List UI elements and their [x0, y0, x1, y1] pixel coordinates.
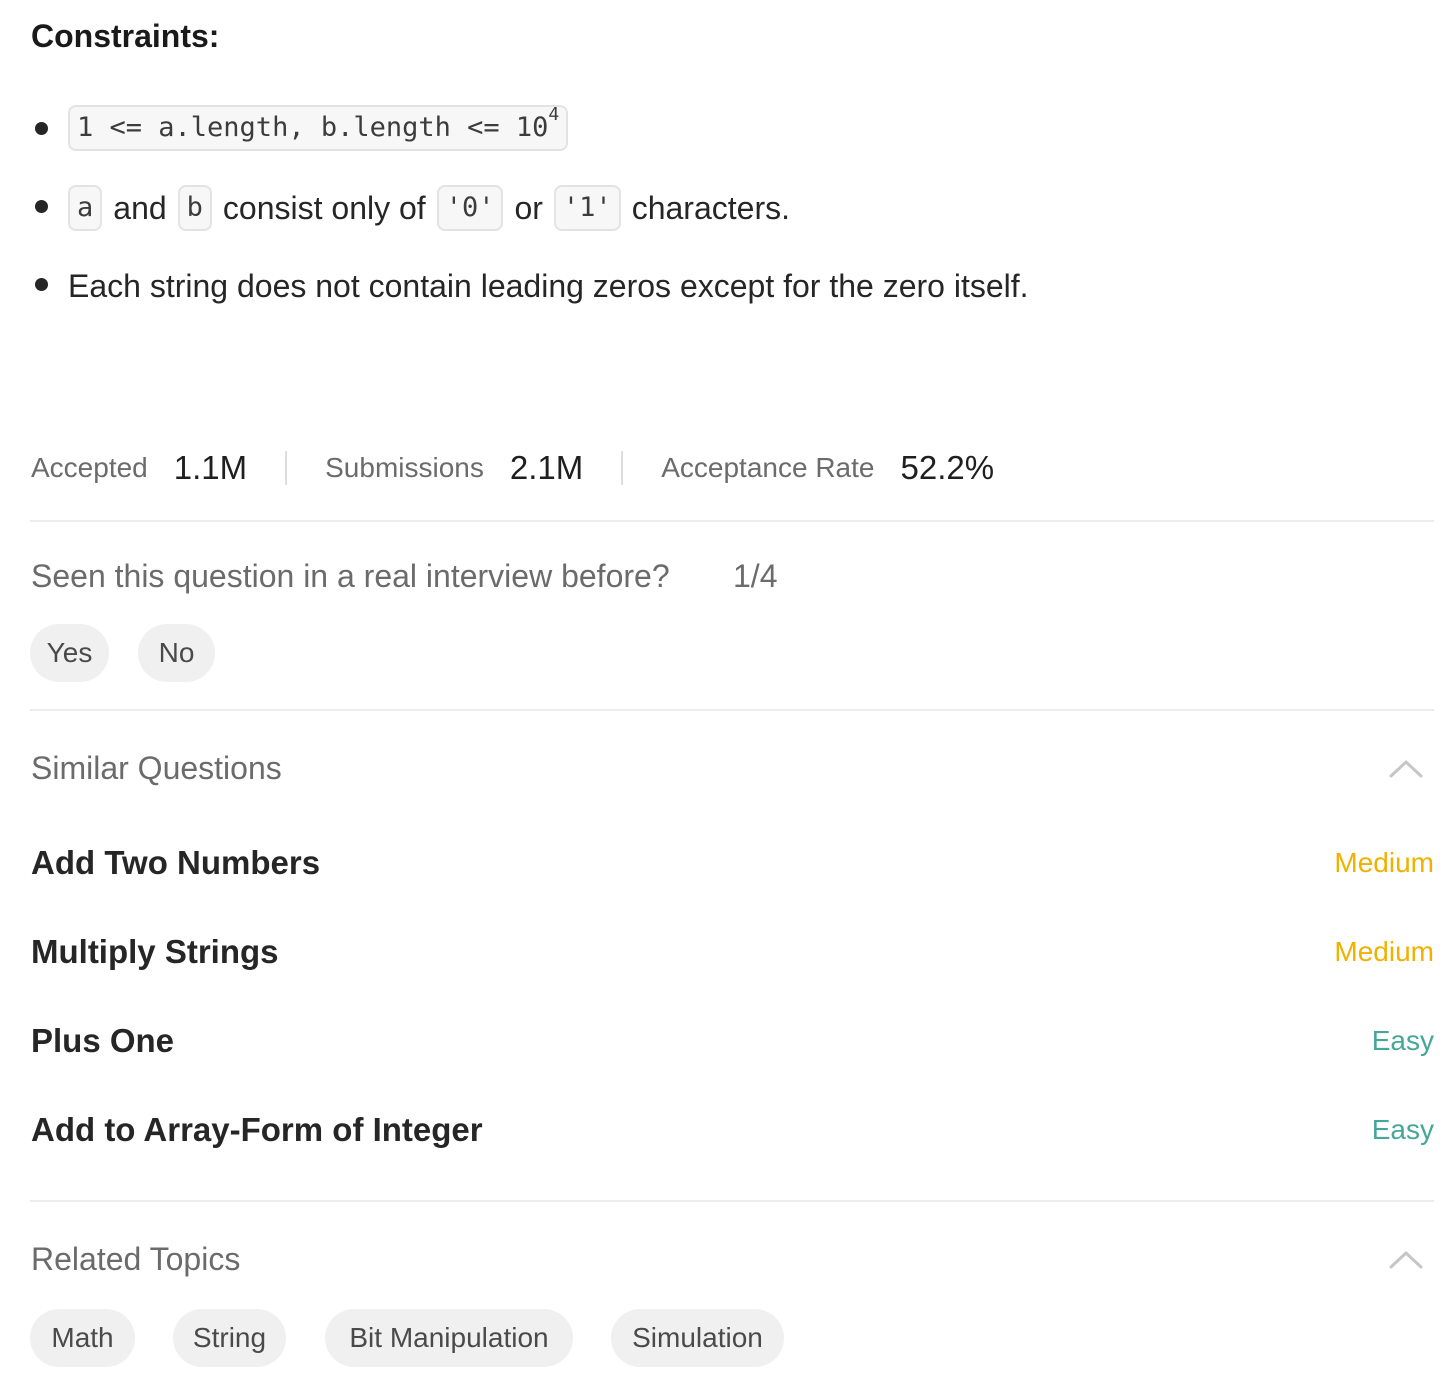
topic-tag-string[interactable]: String	[173, 1309, 286, 1367]
submissions-value: 2.1M	[509, 448, 584, 486]
bullet-icon	[35, 200, 48, 213]
acceptance-rate-label: Acceptance Rate	[661, 451, 875, 483]
accepted-label: Accepted	[31, 451, 148, 483]
similar-question-row[interactable]: Add Two Numbers Medium	[31, 838, 1434, 888]
interview-count: 1/4	[733, 558, 778, 594]
topic-tag-math[interactable]: Math	[30, 1309, 135, 1367]
accepted-value: 1.1M	[173, 448, 248, 486]
stat-divider	[621, 450, 624, 485]
leading-zeros-text: Each string does not contain leading zer…	[68, 268, 1029, 304]
topic-tag-bit-manipulation[interactable]: Bit Manipulation	[325, 1309, 573, 1367]
chevron-up-icon[interactable]	[1386, 1247, 1426, 1273]
length-constraint-code: 1 <= a.length, b.length <= 104	[68, 104, 569, 151]
similar-question-title[interactable]: Plus One	[31, 1016, 174, 1066]
topic-tag-simulation[interactable]: Simulation	[611, 1309, 784, 1367]
yes-button[interactable]: Yes	[30, 624, 109, 682]
difficulty-badge: Easy	[1371, 1025, 1434, 1056]
similar-questions-title[interactable]: Similar Questions	[31, 750, 282, 787]
chevron-up-icon[interactable]	[1386, 756, 1426, 782]
section-divider	[30, 520, 1434, 522]
difficulty-badge: Easy	[1371, 1114, 1434, 1145]
text-characters: characters.	[631, 190, 790, 226]
related-topics-title[interactable]: Related Topics	[31, 1241, 240, 1278]
code-one: '1'	[553, 185, 621, 231]
similar-question-title[interactable]: Multiply Strings	[31, 927, 279, 977]
text-and: and	[113, 190, 167, 226]
submissions-label: Submissions	[325, 451, 484, 483]
text-consist: consist only of	[222, 190, 426, 226]
difficulty-badge: Medium	[1334, 936, 1434, 967]
similar-question-row[interactable]: Multiply Strings Medium	[31, 927, 1434, 977]
interview-question: Seen this question in a real interview b…	[31, 558, 670, 594]
bullet-icon	[35, 278, 48, 291]
constraints-heading: Constraints:	[31, 18, 220, 54]
code-b: b	[177, 185, 212, 231]
section-divider	[30, 1200, 1434, 1202]
similar-question-title[interactable]: Add to Array-Form of Integer	[31, 1105, 483, 1155]
bullet-icon	[35, 122, 48, 135]
length-constraint-text: 1 <= a.length, b.length <= 10	[77, 112, 549, 143]
text-or: or	[514, 190, 543, 226]
length-constraint-exponent: 4	[548, 104, 560, 125]
code-zero: '0'	[436, 185, 504, 231]
difficulty-badge: Medium	[1334, 847, 1434, 878]
no-button[interactable]: No	[138, 624, 215, 682]
similar-question-row[interactable]: Plus One Easy	[31, 1016, 1434, 1066]
submission-stats: Accepted 1.1M Submissions 2.1M Acceptanc…	[31, 440, 994, 495]
problem-details: Constraints: 1 <= a.length, b.length <= …	[0, 0, 1451, 1381]
section-divider	[30, 709, 1434, 711]
similar-question-row[interactable]: Add to Array-Form of Integer Easy	[31, 1105, 1434, 1155]
acceptance-rate-value: 52.2%	[900, 448, 995, 486]
code-a: a	[68, 185, 103, 231]
stat-divider	[285, 450, 288, 485]
similar-question-title[interactable]: Add Two Numbers	[31, 838, 320, 888]
